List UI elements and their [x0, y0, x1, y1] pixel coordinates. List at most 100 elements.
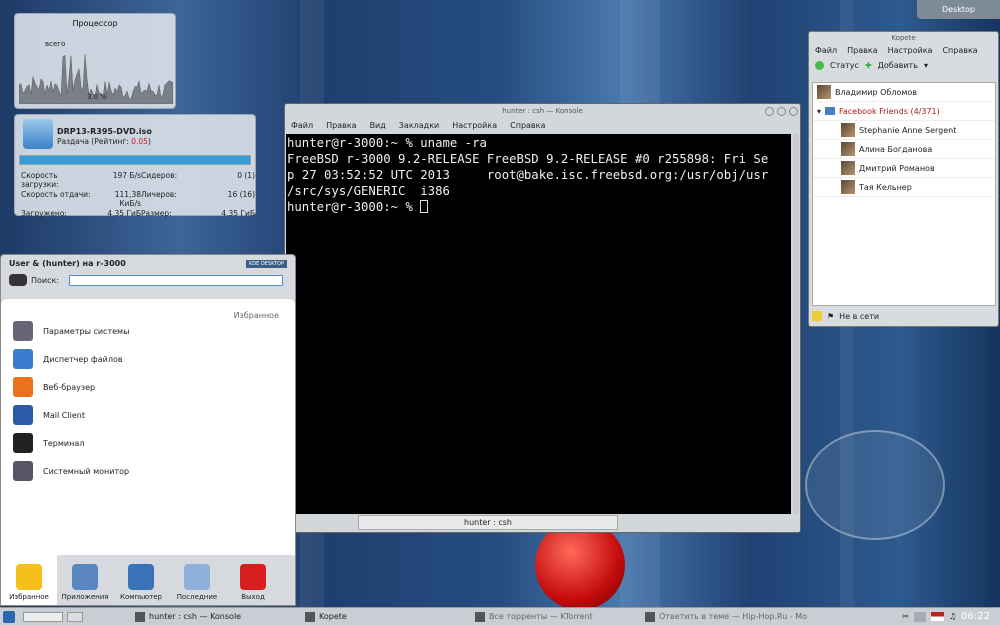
add-contact-icon: ✚ [864, 61, 872, 70]
favorite-item[interactable]: Терминал [13, 433, 84, 453]
contact-row[interactable]: Тая Кельнер [813, 178, 995, 197]
binoculars-icon [9, 274, 27, 286]
volume-icon[interactable]: ♫ [949, 612, 956, 621]
terminal-line: p 27 03:52:52 UTC 2013 root@bake.isc.fre… [287, 168, 769, 182]
favorite-item[interactable]: Диспетчер файлов [13, 349, 123, 369]
terminal-output[interactable]: hunter@r-3000:~ % uname -ra FreeBSD r-300… [286, 134, 791, 514]
torrent-stat-value: 4,35 ГиБ [107, 209, 141, 218]
tools-icon[interactable]: ✂ [902, 612, 909, 621]
torrent-stat-label: Личеров: [141, 190, 177, 199]
tab-label: Последние [176, 593, 218, 601]
torrent-stat-value: 16 (16) [227, 190, 255, 199]
status-button[interactable]: Статус [830, 61, 859, 70]
torrent-rating: 0.05 [131, 137, 148, 146]
contact-row[interactable]: Владимир Обломов [813, 83, 995, 102]
avatar [817, 85, 831, 99]
torrent-stat-label: Сидеров: [141, 171, 178, 180]
menu-item[interactable]: Закладки [399, 119, 439, 133]
tab-5[interactable]: Выход [225, 553, 281, 605]
kopete-menubar: Файл Правка Настройка Справка [809, 45, 998, 57]
favorite-item[interactable]: Mail Client [13, 405, 85, 425]
terminal-prompt-line: hunter@r-3000:~ % [287, 199, 790, 215]
terminal-line: hunter@r-3000:~ % uname -ra [287, 136, 487, 150]
pager[interactable] [23, 611, 63, 622]
torrent-stat-value: 4,35 ГиБ [221, 209, 255, 218]
task-button[interactable]: Ответить в теме — Hip-Hop.Ru - Mo [641, 609, 821, 625]
favorite-label: Параметры системы [43, 326, 130, 336]
flag-us-icon[interactable] [931, 612, 944, 621]
freebsd-logo [805, 430, 945, 540]
chevron-down-icon[interactable]: ▾ [817, 107, 821, 116]
menu-item[interactable]: Правка [326, 119, 356, 133]
desktop-button[interactable]: Desktop [917, 0, 1000, 19]
menu-item[interactable]: Вид [370, 119, 386, 133]
contact-row[interactable]: Алина Богданова [813, 140, 995, 159]
favorites-panel: Избранное Параметры системы Диспетчер фай… [1, 299, 295, 555]
app-icon [13, 405, 33, 425]
task-label: Kopete [319, 612, 347, 621]
chevron-down-icon[interactable]: ▾ [924, 61, 928, 70]
tab-4[interactable]: Последние [169, 553, 225, 605]
tab-label: Приложения [61, 593, 109, 601]
menu-item[interactable]: Настройка [452, 119, 497, 133]
torrent-stats: Скорость загрузки: 197 Б/s Сидеров: 0 (1) Ск… [21, 171, 257, 218]
task-button[interactable]: Kopete [301, 609, 471, 625]
contact-row[interactable]: Дмитрий Романов [813, 159, 995, 178]
contact-row[interactable]: Stephanie Anne Sergent [813, 121, 995, 140]
favorite-label: Диспетчер файлов [43, 354, 123, 364]
menu-item[interactable]: Файл [815, 45, 837, 57]
tab-icon [240, 564, 266, 590]
torrent-name: DRP13-R395-DVD.iso [57, 127, 152, 136]
cursor [420, 200, 429, 213]
terminal-line: /src/sys/GENERIC i386 [287, 184, 450, 198]
user-label: User & (hunter) на r-3000 [9, 259, 126, 268]
favorites-header: Избранное [233, 311, 279, 320]
task-label: hunter : csh — Konsole [149, 612, 242, 621]
menu-item[interactable]: Справка [942, 45, 977, 57]
torrent-stat-label: Скорость отдачи: [21, 190, 91, 199]
tab-2[interactable]: Приложения [57, 553, 113, 605]
favorite-item[interactable]: Параметры системы [13, 321, 129, 341]
torrent-progress-fill [20, 156, 250, 164]
favorite-item[interactable]: Системный монитор [13, 461, 129, 481]
search-label: Поиск: [31, 275, 60, 285]
task-button[interactable]: hunter : csh — Konsole [131, 609, 301, 625]
menu-item[interactable]: Файл [291, 119, 313, 133]
contact-name: Facebook Friends (4/371) [839, 106, 940, 116]
edit-icon[interactable] [812, 311, 822, 321]
contact-group[interactable]: ▾ Facebook Friends (4/371) [813, 102, 995, 121]
minimize-button[interactable] [765, 107, 774, 116]
add-contact-button[interactable]: Добавить [878, 61, 918, 70]
tab-hunter-csh[interactable]: hunter : csh [358, 515, 618, 530]
task-label: Ответить в теме — Hip-Hop.Ru - Mo [659, 612, 808, 621]
menu-item[interactable]: Правка [847, 45, 877, 57]
clock[interactable]: 06:22 [961, 611, 990, 622]
contact-list: Владимир Обломов ▾ Facebook Friends (4/371… [812, 82, 996, 306]
terminal-line: FreeBSD r-3000 9.2-RELEASE FreeBSD 9.2-R… [287, 152, 769, 166]
menu-item[interactable]: Справка [510, 119, 545, 133]
task-label: Все торренты — KTorrent [489, 612, 593, 621]
menu-item[interactable]: Настройка [888, 45, 933, 57]
favorite-label: Mail Client [43, 410, 85, 420]
kde-menu-icon[interactable] [3, 610, 15, 623]
pager-2[interactable] [67, 611, 83, 622]
app-icon [13, 377, 33, 397]
search-input[interactable] [69, 274, 284, 286]
flag-icon[interactable]: ⚑ [827, 312, 834, 321]
favorite-item[interactable]: Веб-браузер [13, 377, 95, 397]
kickoff-menu: User & (hunter) на r-3000 KDE DESKTOP По… [0, 254, 296, 606]
torrent-status: Раздача (Рейтинг: 0.05) [57, 137, 151, 146]
task-button[interactable]: Все торренты — KTorrent [471, 609, 641, 625]
contact-name: Алина Богданова [859, 144, 933, 154]
maximize-button[interactable] [777, 107, 786, 116]
tab-3[interactable]: Компьютер [113, 553, 169, 605]
avatar [841, 161, 855, 175]
contact-name: Stephanie Anne Sergent [859, 125, 957, 135]
tab-1[interactable]: Избранное [1, 553, 57, 605]
konsole-menubar: Файл Правка Вид Закладки Настройка Справка [285, 119, 800, 133]
avatar [841, 142, 855, 156]
close-button[interactable] [789, 107, 798, 116]
scrollbar[interactable] [793, 134, 799, 514]
network-icon[interactable] [914, 611, 926, 622]
cpu-widget: Процессор всего 3.0 % [14, 13, 176, 109]
